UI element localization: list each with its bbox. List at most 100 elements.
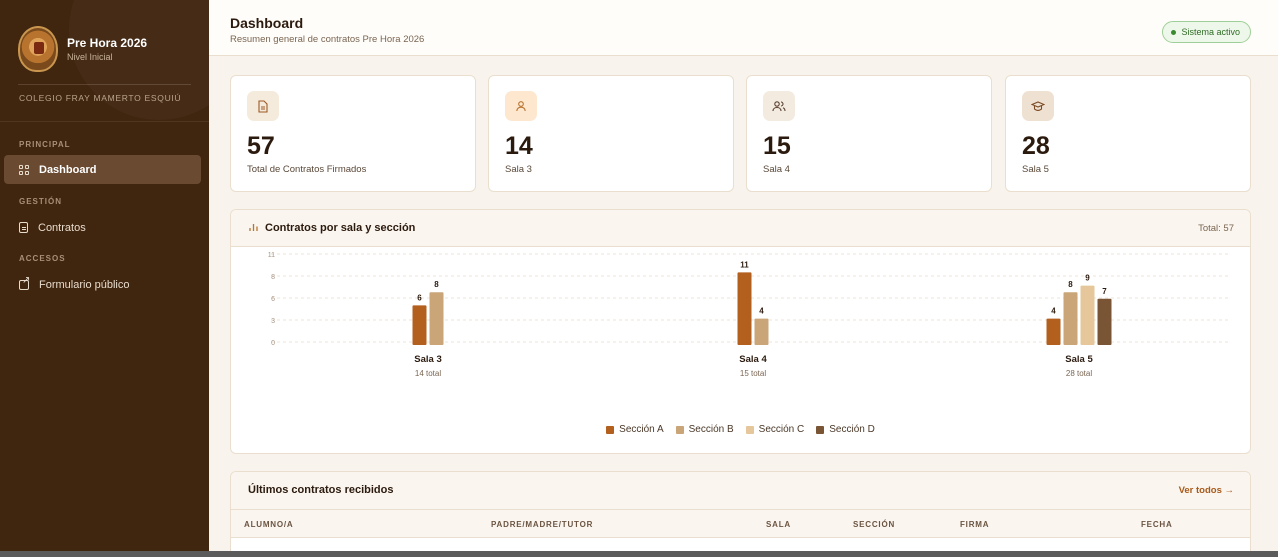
status-dot-icon (1171, 29, 1177, 35)
bar-chart: 0 3 6 8 11 6 8 Sala 3 14 total 11 4 Sala 4 15 total 4… (268, 252, 1229, 378)
sidebar-item-label: Dashboard (39, 163, 97, 176)
sidebar-item-label: Contratos (38, 221, 86, 234)
stat-card-sala-3: 14 Sala 3 (488, 75, 734, 192)
section-label-accesos: ACCESOS (19, 254, 66, 263)
y-tick-label: 0 (271, 340, 275, 347)
recent-contracts-header: Últimos contratos recibidos Ver todos → (231, 472, 1250, 510)
brand: Pre Hora 2026 Nivel Inicial (18, 26, 147, 72)
bar-value-label: 7 (1102, 287, 1107, 296)
x-category-label: Sala 4 (739, 354, 767, 365)
column-header-firma: FIRMA (960, 520, 990, 529)
document-icon (247, 91, 279, 121)
y-tick-label: 8 (271, 274, 275, 281)
page-header: Dashboard Resumen general de contratos P… (209, 0, 1278, 56)
document-icon (19, 222, 28, 233)
legend-label: Sección D (829, 424, 875, 435)
school-name: COLEGIO FRAY MAMERTO ESQUIÚ (19, 93, 182, 103)
sidebar-divider (0, 121, 209, 122)
column-header-tutor: PADRE/MADRE/TUTOR (491, 520, 594, 529)
legend-item: Sección D (816, 424, 875, 435)
column-header-sala: SALA (766, 520, 791, 529)
chart-total: Total: 57 (1198, 223, 1234, 234)
user-icon (505, 91, 537, 121)
column-header-alumno: ALUMNO/A (244, 520, 294, 529)
stat-label: Total de Contratos Firmados (247, 164, 367, 175)
legend-label: Sección B (688, 424, 734, 435)
page-subtitle: Resumen general de contratos Pre Hora 20… (230, 34, 425, 45)
school-logo (18, 26, 58, 72)
chart-panel: Contratos por sala y sección Total: 57 0… (230, 209, 1251, 454)
x-category-label: Sala 3 (414, 354, 441, 365)
stat-card-sala-5: 28 Sala 5 (1005, 75, 1251, 192)
stat-value: 14 (505, 132, 533, 160)
bar (754, 318, 769, 345)
bar-value-label: 8 (1068, 280, 1073, 289)
stat-label: Sala 5 (1022, 164, 1049, 175)
y-tick-label: 6 (271, 296, 275, 303)
window-bottom-bar (0, 551, 1278, 557)
chart-legend: Sección A Sección B Sección C Sección D (231, 424, 1250, 435)
status-text: Sistema activo (1181, 27, 1240, 37)
sidebar-item-formulario-publico[interactable]: Formulario público (4, 270, 201, 299)
legend-swatch (816, 425, 825, 434)
bar-value-label: 11 (740, 260, 749, 269)
bar (737, 272, 752, 345)
legend-swatch (675, 425, 684, 434)
bar (1046, 318, 1061, 345)
legend-item: Sección A (606, 424, 664, 435)
bar (412, 305, 427, 345)
bar-value-label: 4 (1051, 307, 1056, 316)
stat-value: 15 (763, 132, 791, 160)
legend-swatch (745, 425, 754, 434)
y-tick-label: 11 (268, 252, 275, 259)
bar-value-label: 9 (1085, 274, 1090, 283)
brand-name: Pre Hora 2026 (67, 36, 148, 50)
chart-title: Contratos por sala y sección (265, 222, 416, 234)
sidebar: Pre Hora 2026 Nivel Inicial COLEGIO FRAY… (0, 0, 209, 551)
stat-label: Sala 3 (505, 164, 532, 175)
legend-item: Sección C (745, 424, 805, 435)
brand-subtitle: Nivel Inicial (67, 52, 113, 62)
column-header-fecha: FECHA (1141, 520, 1173, 529)
table-header: ALUMNO/A PADRE/MADRE/TUTOR SALA SECCIÓN … (231, 510, 1250, 538)
chart-panel-header: Contratos por sala y sección Total: 57 (231, 210, 1250, 247)
sidebar-item-dashboard[interactable]: Dashboard (4, 155, 201, 184)
category-total-label: 14 total (415, 369, 441, 378)
sidebar-item-contratos[interactable]: Contratos (4, 213, 201, 242)
recent-contracts-panel: Últimos contratos recibidos Ver todos → … (230, 471, 1251, 557)
bar-chart-icon (249, 223, 258, 235)
column-header-seccion: SECCIÓN (853, 520, 896, 529)
bar (1080, 285, 1095, 345)
sidebar-item-label: Formulario público (39, 278, 130, 291)
view-all-link[interactable]: Ver todos → (1179, 485, 1234, 496)
bar-value-label: 6 (417, 293, 422, 302)
stat-label: Sala 4 (763, 164, 790, 175)
page-title: Dashboard (230, 15, 304, 31)
category-total-label: 15 total (740, 369, 766, 378)
stat-value: 57 (247, 132, 275, 160)
bar (429, 292, 444, 345)
y-tick-label: 3 (271, 318, 275, 325)
stat-card-total: 57 Total de Contratos Firmados (230, 75, 476, 192)
section-label-principal: PRINCIPAL (19, 140, 71, 149)
stat-card-sala-4: 15 Sala 4 (746, 75, 992, 192)
legend-label: Sección A (619, 424, 664, 435)
bar-value-label: 8 (434, 280, 439, 289)
users-icon (763, 91, 795, 121)
external-link-icon (19, 275, 30, 290)
sidebar-divider (18, 84, 191, 85)
bar (1097, 298, 1112, 345)
bar (1063, 292, 1078, 345)
category-total-label: 28 total (1066, 369, 1092, 378)
bar-value-label: 4 (759, 307, 764, 316)
x-category-label: Sala 5 (1065, 354, 1093, 365)
section-label-gestion: GESTIÓN (19, 197, 63, 206)
status-badge: Sistema activo (1162, 21, 1251, 43)
legend-item: Sección B (675, 424, 734, 435)
stat-value: 28 (1022, 132, 1050, 160)
graduation-cap-icon (1022, 91, 1054, 121)
legend-swatch (606, 425, 615, 434)
recent-contracts-title: Últimos contratos recibidos (248, 484, 394, 496)
grid-icon (19, 164, 29, 175)
legend-label: Sección C (758, 424, 805, 435)
